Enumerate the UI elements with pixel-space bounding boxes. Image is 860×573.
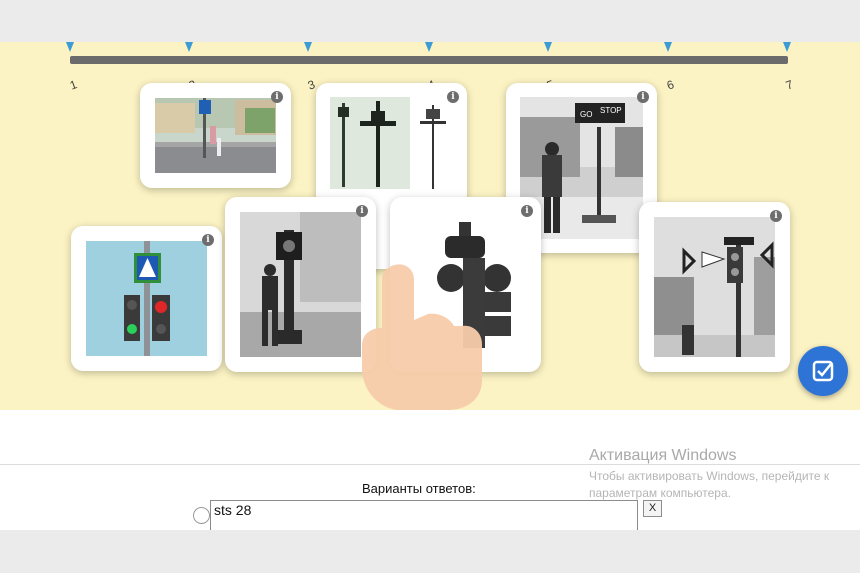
remove-answer-button[interactable]: X [643,500,662,517]
timeline-bar [70,56,788,64]
photo-tower-signal-policeman [240,212,361,357]
timeline-label-7: 7 [783,77,795,93]
info-icon[interactable]: i [637,91,649,103]
check-answer-button[interactable] [798,346,848,396]
timeline-marker-1[interactable] [66,42,74,52]
info-icon[interactable]: i [202,234,214,246]
timeline-marker-4[interactable] [425,42,433,52]
bottom-bar [0,530,860,573]
timeline-marker-3[interactable] [304,42,312,52]
photo-street-signal-bw [654,217,775,357]
svg-text:STOP: STOP [600,106,622,115]
top-bar [0,0,860,42]
info-icon[interactable]: i [356,205,368,217]
answer-input[interactable]: sts 28 [210,500,638,532]
photo-early-signal-drawings [330,97,453,189]
answers-label: Варианты ответов: [362,481,476,496]
card-street-signal-bw[interactable]: i [639,202,790,372]
photo-zebra-crossing [155,98,276,173]
check-icon [812,360,834,382]
timeline-marker-6[interactable] [664,42,672,52]
card-pedestrian-light[interactable]: i [71,226,222,371]
timeline-label-3: 3 [305,77,317,93]
info-icon[interactable]: i [770,210,782,222]
timeline-stage: 1 2 3 4 5 6 7 i [0,42,860,410]
info-icon[interactable]: i [271,91,283,103]
photo-pedestrian-light [86,241,207,356]
svg-text:GO: GO [580,110,592,119]
pointing-hand-icon [358,260,508,410]
windows-activation-title: Активация Windows [589,447,737,464]
timeline-label-6: 6 [664,77,676,93]
card-tower-signal-policeman[interactable]: i [225,197,376,372]
timeline-marker-2[interactable] [185,42,193,52]
info-icon[interactable]: i [447,91,459,103]
info-icon[interactable]: i [521,205,533,217]
timeline-label-1: 1 [67,77,79,93]
timeline-marker-5[interactable] [544,42,552,52]
answer-radio[interactable] [193,507,210,524]
timeline-marker-7[interactable] [783,42,791,52]
card-zebra-crossing[interactable]: i [140,83,291,188]
windows-activation-text: Чтобы активировать Windows, перейдите к … [589,469,830,500]
